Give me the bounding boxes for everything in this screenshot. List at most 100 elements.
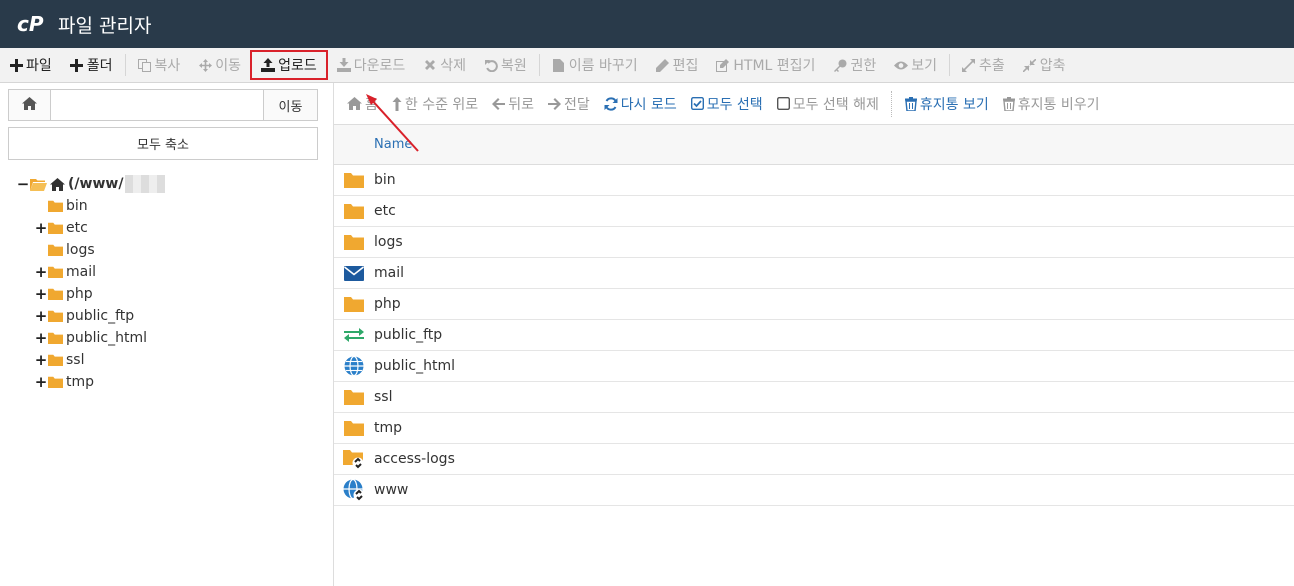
home-icon bbox=[347, 97, 362, 110]
toolbar-button-label: 압축 bbox=[1039, 58, 1066, 74]
expand-icon bbox=[962, 58, 976, 72]
toolbar-button-4[interactable]: 이동 bbox=[189, 50, 250, 80]
upload-icon bbox=[261, 58, 276, 72]
nav-button-3[interactable]: 뒤로 bbox=[485, 94, 541, 114]
toolbar-button-5[interactable]: 업로드 bbox=[250, 50, 328, 80]
nav-button-label: 전달 bbox=[563, 96, 590, 113]
nav-button-9[interactable]: 휴지통 비우기 bbox=[996, 94, 1107, 114]
table-row[interactable]: www bbox=[334, 475, 1294, 506]
expand-toggle[interactable]: + bbox=[34, 351, 48, 369]
tree-item-ssl[interactable]: + ssl bbox=[16, 349, 316, 371]
folder-icon bbox=[48, 332, 63, 344]
collapse-toggle[interactable]: − bbox=[16, 175, 30, 193]
tree-item-label: tmp bbox=[66, 374, 95, 390]
toolbar-button-10[interactable]: 편집 bbox=[647, 50, 708, 80]
folder-icon bbox=[48, 376, 63, 388]
name-column-header[interactable]: Name bbox=[374, 137, 412, 152]
toolbar-button-7[interactable]: 삭제 bbox=[414, 50, 475, 80]
file-name: etc bbox=[374, 203, 396, 219]
tree-item-logs[interactable]: logs bbox=[16, 239, 316, 261]
toolbar-button-label: 보기 bbox=[911, 58, 937, 74]
toolbar-button-12[interactable]: 권한 bbox=[824, 50, 885, 80]
folder-icon bbox=[334, 296, 374, 312]
nav-button-label: 한 수준 위로 bbox=[404, 96, 479, 113]
title-bar: cP 파일 관리자 bbox=[0, 0, 1294, 48]
file-name: public_html bbox=[374, 358, 456, 374]
tree-item-label: bin bbox=[66, 198, 88, 214]
toolbar-button-9[interactable]: 이름 바꾸기 bbox=[543, 50, 647, 80]
folder-icon bbox=[334, 234, 374, 250]
toolbar-button-11[interactable]: HTML 편집기 bbox=[707, 50, 824, 80]
collapse-all-button[interactable]: 모두 축소 bbox=[8, 127, 318, 160]
cpanel-logo: cP bbox=[17, 13, 49, 35]
toolbar-separator bbox=[124, 54, 126, 76]
folder-icon bbox=[48, 354, 63, 366]
nav-button-6[interactable]: 모두 선택 bbox=[684, 94, 770, 114]
table-row[interactable]: tmp bbox=[334, 413, 1294, 444]
file-name: bin bbox=[374, 172, 396, 188]
expand-toggle[interactable]: + bbox=[34, 219, 48, 237]
toolbar-button-13[interactable]: 보기 bbox=[885, 50, 946, 80]
toolbar-button-3[interactable]: 복사 bbox=[129, 50, 190, 80]
tree-item-php[interactable]: + php bbox=[16, 283, 316, 305]
nav-button-5[interactable]: 다시 로드 bbox=[597, 94, 684, 114]
expand-toggle[interactable]: + bbox=[34, 373, 48, 391]
home-icon bbox=[50, 177, 65, 191]
tree-item-etc[interactable]: + etc bbox=[16, 217, 316, 239]
compress-icon bbox=[1023, 58, 1037, 72]
nav-button-8[interactable]: 휴지통 보기 bbox=[898, 94, 996, 114]
toolbar-button-2[interactable]: 폴더 bbox=[61, 50, 122, 80]
tree-item-public-html[interactable]: + public_html bbox=[16, 327, 316, 349]
folder-icon bbox=[48, 222, 63, 234]
table-row[interactable]: php bbox=[334, 289, 1294, 320]
nav-button-1[interactable]: 홈 bbox=[340, 94, 385, 114]
tree-item-mail[interactable]: + mail bbox=[16, 261, 316, 283]
table-row[interactable]: mail bbox=[334, 258, 1294, 289]
refresh-icon bbox=[604, 96, 618, 111]
toolbar-button-6[interactable]: 다운로드 bbox=[328, 50, 415, 80]
toolbar-button-1[interactable]: 파일 bbox=[0, 50, 61, 80]
right-panel: 홈 한 수준 위로 뒤로 전달 다시 로드 모두 선택 모두 선택 해제 휴지통 보기 휴지통 … bbox=[334, 83, 1294, 586]
globe-link-icon bbox=[334, 479, 374, 501]
home-button[interactable] bbox=[9, 90, 51, 120]
expand-toggle[interactable]: + bbox=[34, 307, 48, 325]
tree-item-public-ftp[interactable]: + public_ftp bbox=[16, 305, 316, 327]
tree-item-bin[interactable]: bin bbox=[16, 195, 316, 217]
toolbar-button-label: 복원 bbox=[501, 58, 527, 74]
table-row[interactable]: etc bbox=[334, 196, 1294, 227]
arrow-right-icon bbox=[547, 97, 561, 110]
table-row[interactable]: bin bbox=[334, 165, 1294, 196]
nav-button-7[interactable]: 모두 선택 해제 bbox=[770, 94, 886, 114]
nav-button-4[interactable]: 전달 bbox=[541, 94, 597, 114]
table-row[interactable]: logs bbox=[334, 227, 1294, 258]
tree-item-tmp[interactable]: + tmp bbox=[16, 371, 316, 393]
plus-icon bbox=[70, 58, 84, 72]
go-button[interactable]: 이동 bbox=[263, 90, 317, 120]
app-title: 파일 관리자 bbox=[58, 14, 152, 37]
nav-button-label: 휴지통 보기 bbox=[919, 96, 989, 113]
tree-root[interactable]: − (/www/ bbox=[16, 173, 316, 195]
globe-icon bbox=[334, 356, 374, 376]
nav-button-2[interactable]: 한 수준 위로 bbox=[385, 94, 485, 114]
open-folder-icon bbox=[30, 178, 47, 191]
toolbar-button-label: 파일 bbox=[26, 58, 52, 74]
path-input[interactable] bbox=[51, 90, 263, 120]
toolbar-button-label: 복사 bbox=[154, 58, 181, 74]
table-row[interactable]: public_ftp bbox=[334, 320, 1294, 351]
expand-toggle[interactable]: + bbox=[34, 329, 48, 347]
toolbar-button-label: 다운로드 bbox=[353, 58, 406, 74]
ftp-icon bbox=[334, 327, 374, 343]
tree-item-label: public_html bbox=[66, 330, 148, 346]
edit-square-icon bbox=[716, 58, 730, 72]
toolbar-button-14[interactable]: 추출 bbox=[953, 50, 1014, 80]
toolbar-button-8[interactable]: 복원 bbox=[475, 50, 536, 80]
expand-toggle[interactable]: + bbox=[34, 285, 48, 303]
toolbar-separator bbox=[538, 54, 540, 76]
table-row[interactable]: access-logs bbox=[334, 444, 1294, 475]
move-icon bbox=[198, 58, 212, 72]
table-row[interactable]: ssl bbox=[334, 382, 1294, 413]
table-row[interactable]: public_html bbox=[334, 351, 1294, 382]
expand-toggle[interactable]: + bbox=[34, 263, 48, 281]
toolbar-button-15[interactable]: 압축 bbox=[1014, 50, 1075, 80]
toolbar-button-label: 이름 바꾸기 bbox=[568, 58, 638, 74]
